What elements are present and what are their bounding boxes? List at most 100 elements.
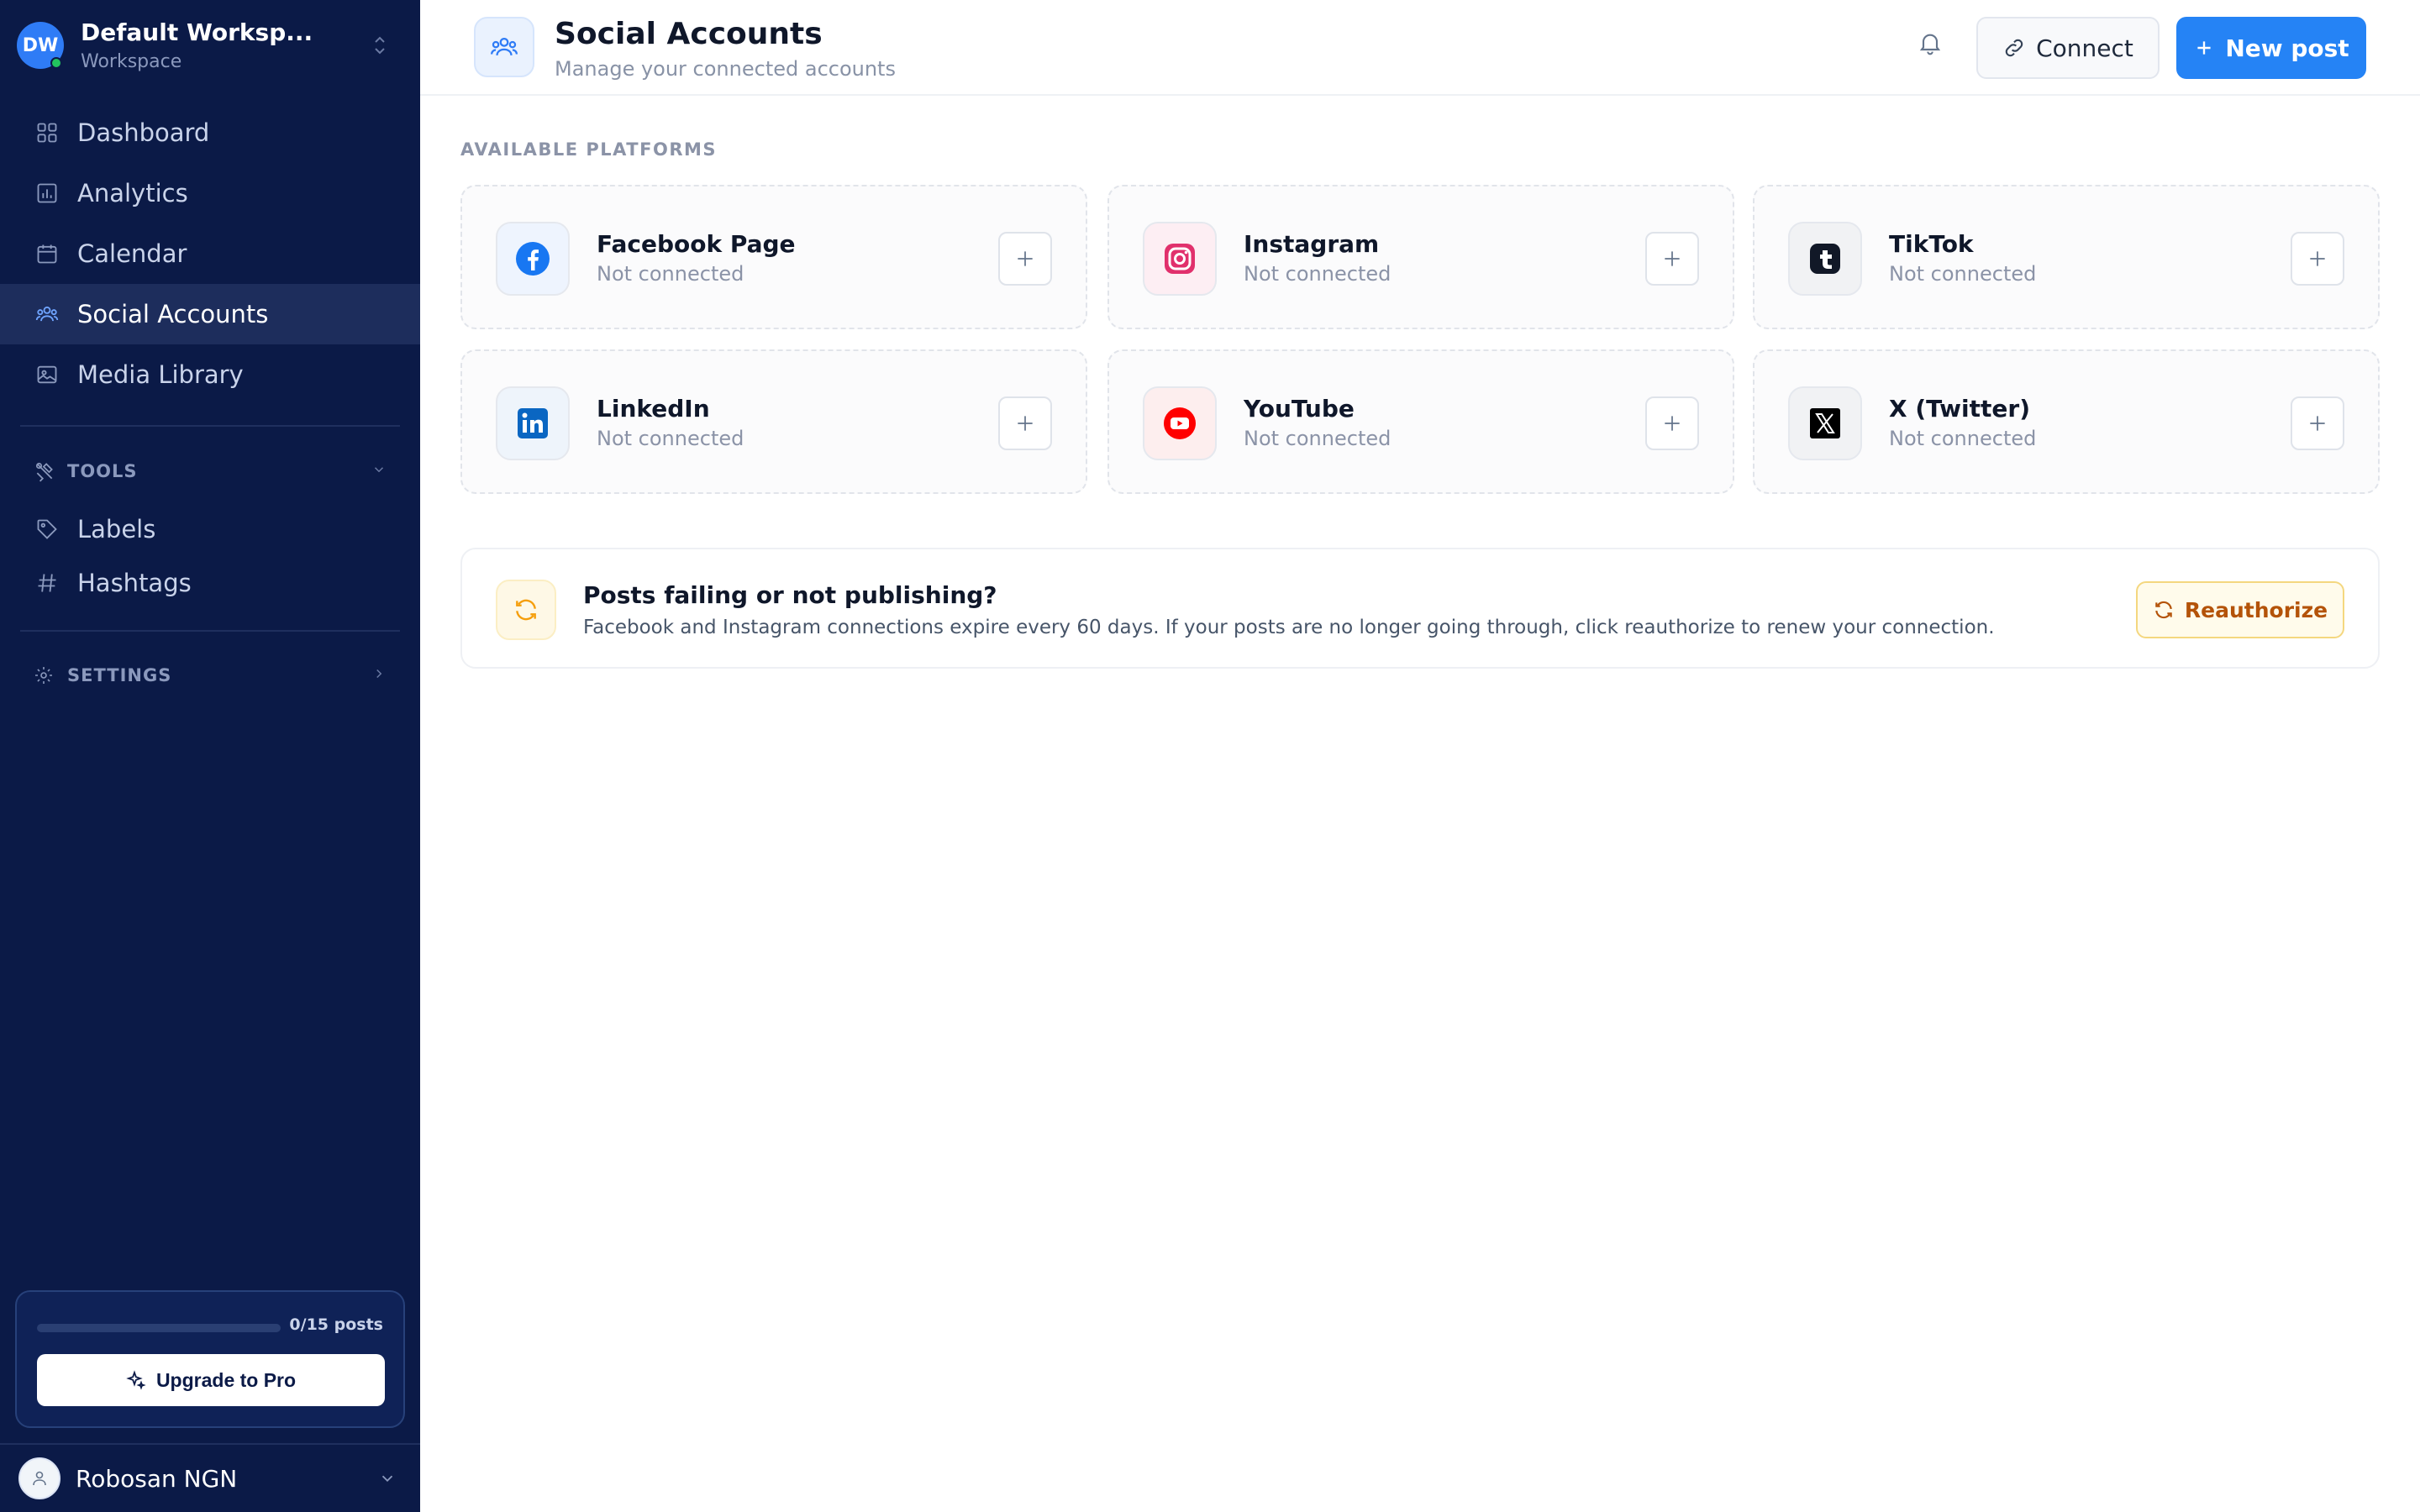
platform-name: YouTube bbox=[1244, 395, 1355, 423]
notice-title: Posts failing or not publishing? bbox=[583, 581, 997, 609]
connect-linkedin-button[interactable] bbox=[998, 396, 1052, 450]
platform-card-instagram: Instagram Not connected bbox=[1107, 185, 1734, 329]
sidebar-divider bbox=[20, 425, 400, 427]
workspace-subtitle: Workspace bbox=[81, 51, 182, 72]
plus-icon bbox=[1665, 251, 1680, 266]
reauthorize-button[interactable]: Reauthorize bbox=[2136, 581, 2344, 638]
plus-icon bbox=[1018, 251, 1033, 266]
connect-youtube-button[interactable] bbox=[1645, 396, 1699, 450]
bell-icon[interactable] bbox=[1912, 25, 1948, 60]
chevron-up-down-icon bbox=[370, 30, 390, 60]
usage-count: 0/15 posts bbox=[289, 1315, 383, 1334]
connect-button[interactable]: Connect bbox=[1976, 17, 2160, 79]
plus-icon bbox=[2193, 37, 2215, 59]
tools-label: TOOLS bbox=[67, 461, 138, 481]
tools-icon bbox=[34, 459, 57, 483]
notice-text: Facebook and Instagram connections expir… bbox=[583, 617, 1995, 638]
nav-label: Analytics bbox=[77, 179, 188, 207]
platform-name: LinkedIn bbox=[597, 395, 710, 423]
refresh-icon bbox=[496, 580, 556, 640]
platform-card-youtube: YouTube Not connected bbox=[1107, 349, 1734, 494]
settings-section-toggle[interactable]: SETTINGS bbox=[34, 659, 387, 692]
platform-name: X (Twitter) bbox=[1889, 395, 2030, 423]
nav-item-social-accounts[interactable]: Social Accounts bbox=[0, 284, 420, 344]
instagram-icon bbox=[1143, 222, 1217, 296]
platform-status: Not connected bbox=[1889, 262, 2037, 286]
platform-status: Not connected bbox=[597, 427, 744, 450]
plus-icon bbox=[1665, 416, 1680, 431]
workspace-name: Default Worksp... bbox=[81, 18, 313, 46]
page-header: Social Accounts Manage your connected ac… bbox=[420, 0, 2420, 96]
reauthorize-notice: Posts failing or not publishing? Faceboo… bbox=[460, 548, 2380, 669]
usage-progress-bar bbox=[37, 1324, 281, 1332]
calendar-icon bbox=[34, 240, 60, 267]
platform-status: Not connected bbox=[1244, 427, 1392, 450]
facebook-icon bbox=[496, 222, 570, 296]
chevron-down-icon bbox=[378, 1469, 397, 1488]
tools-section-toggle[interactable]: TOOLS bbox=[34, 454, 387, 488]
settings-label: SETTINGS bbox=[67, 665, 172, 685]
platform-name: TikTok bbox=[1889, 230, 1974, 258]
users-icon bbox=[474, 17, 534, 77]
nav-item-analytics[interactable]: Analytics bbox=[0, 163, 420, 223]
page-title: Social Accounts bbox=[555, 17, 823, 51]
hash-icon bbox=[34, 570, 60, 596]
platform-name: Instagram bbox=[1244, 230, 1380, 258]
platform-card-facebook: Facebook Page Not connected bbox=[460, 185, 1087, 329]
platform-card-linkedin: LinkedIn Not connected bbox=[460, 349, 1087, 494]
main-nav: Dashboard Analytics Calendar Social Acco… bbox=[0, 102, 420, 405]
nav-label: Dashboard bbox=[77, 118, 210, 147]
platform-status: Not connected bbox=[1244, 262, 1392, 286]
connect-x-twitter-button[interactable] bbox=[2291, 396, 2344, 450]
connect-instagram-button[interactable] bbox=[1645, 232, 1699, 286]
sidebar-divider bbox=[20, 630, 400, 632]
nav-item-calendar[interactable]: Calendar bbox=[0, 223, 420, 284]
platform-name: Facebook Page bbox=[597, 230, 796, 258]
user-menu[interactable]: Robosan NGN bbox=[0, 1443, 420, 1512]
workspace-switcher[interactable]: DW Default Worksp... Workspace bbox=[17, 15, 403, 76]
plus-icon bbox=[2310, 416, 2325, 431]
plus-icon bbox=[1018, 416, 1033, 431]
link-icon bbox=[2002, 36, 2026, 60]
new-post-button[interactable]: New post bbox=[2176, 17, 2366, 79]
grid-icon bbox=[34, 119, 60, 146]
nav-label: Calendar bbox=[77, 239, 187, 268]
nav-label: Labels bbox=[77, 515, 156, 543]
platform-status: Not connected bbox=[1889, 427, 2037, 450]
x-twitter-icon bbox=[1788, 386, 1862, 460]
nav-item-hashtags[interactable]: Hashtags bbox=[34, 559, 387, 606]
refresh-icon bbox=[2153, 599, 2175, 621]
image-icon bbox=[34, 361, 60, 388]
upgrade-button[interactable]: Upgrade to Pro bbox=[37, 1354, 385, 1406]
nav-item-dashboard[interactable]: Dashboard bbox=[0, 102, 420, 163]
available-platforms-heading: AVAILABLE PLATFORMS bbox=[460, 139, 718, 160]
bar-chart-icon bbox=[34, 180, 60, 207]
new-post-label: New post bbox=[2225, 34, 2349, 62]
platform-card-tiktok: TikTok Not connected bbox=[1753, 185, 2380, 329]
connect-label: Connect bbox=[2036, 34, 2133, 62]
nav-label: Hashtags bbox=[77, 569, 192, 597]
platform-card-x-twitter: X (Twitter) Not connected bbox=[1753, 349, 2380, 494]
linkedin-icon bbox=[496, 386, 570, 460]
nav-item-labels[interactable]: Labels bbox=[34, 506, 387, 553]
page-subtitle: Manage your connected accounts bbox=[555, 57, 896, 81]
platform-status: Not connected bbox=[597, 262, 744, 286]
connect-facebook-button[interactable] bbox=[998, 232, 1052, 286]
chevron-right-icon bbox=[371, 665, 387, 685]
nav-item-media-library[interactable]: Media Library bbox=[0, 344, 420, 405]
chevron-down-icon bbox=[371, 461, 387, 481]
upgrade-label: Upgrade to Pro bbox=[155, 1368, 297, 1391]
nav-label: Media Library bbox=[77, 360, 244, 389]
tag-icon bbox=[34, 516, 60, 543]
gear-icon bbox=[34, 664, 57, 687]
connect-tiktok-button[interactable] bbox=[2291, 232, 2344, 286]
nav-label: Social Accounts bbox=[77, 300, 269, 328]
users-icon bbox=[34, 301, 60, 328]
usage-card: 0/15 posts Upgrade to Pro bbox=[15, 1290, 405, 1428]
sidebar: DW Default Worksp... Workspace Dashboard… bbox=[0, 0, 420, 1512]
sparkles-icon bbox=[126, 1370, 146, 1390]
plus-icon bbox=[2310, 251, 2325, 266]
online-status-dot bbox=[50, 57, 62, 69]
tiktok-icon bbox=[1788, 222, 1862, 296]
workspace-avatar: DW bbox=[17, 22, 64, 69]
